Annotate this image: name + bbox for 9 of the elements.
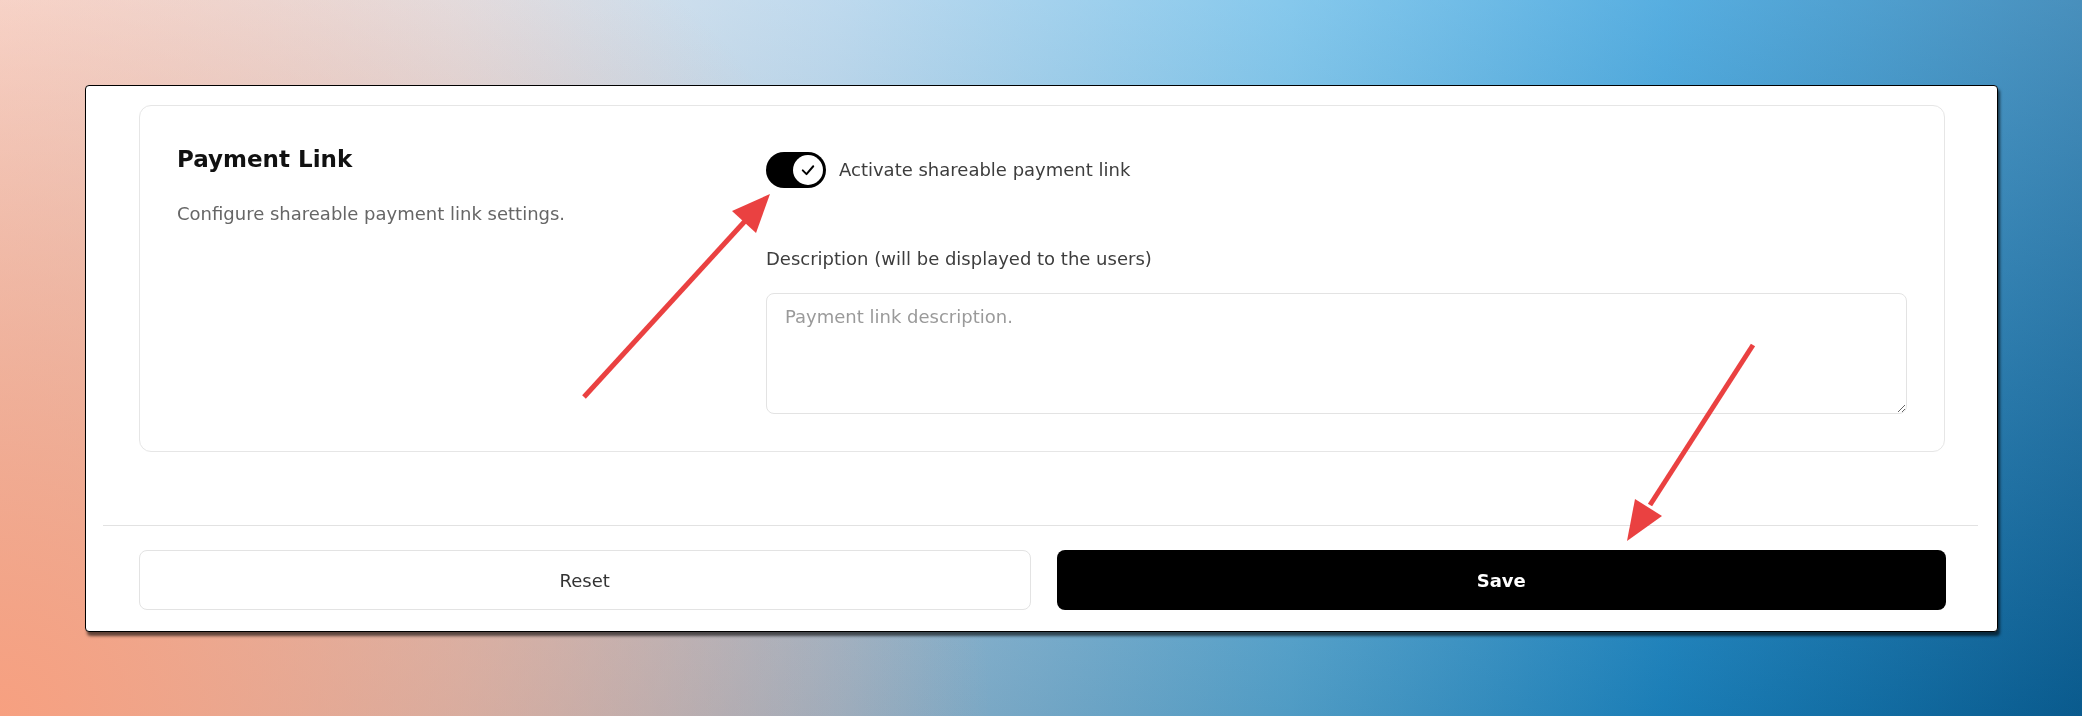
- section-title: Payment Link: [177, 145, 354, 174]
- toggle-switch[interactable]: [766, 152, 826, 188]
- section-description: Configure shareable payment link settings.: [177, 202, 567, 226]
- check-icon: [793, 155, 823, 185]
- toggle-label: Activate shareable payment link: [839, 158, 1131, 182]
- description-field[interactable]: Payment link description.: [766, 293, 1907, 414]
- save-button[interactable]: Save: [1056, 550, 1946, 610]
- reset-button[interactable]: Reset: [139, 550, 1031, 610]
- field-label: Description (will be displayed to the users): [766, 247, 1152, 271]
